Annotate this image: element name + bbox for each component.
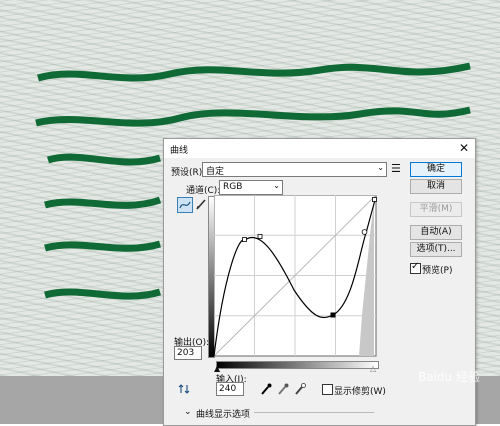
cancel-button[interactable]: 取消 xyxy=(410,179,462,194)
output-field[interactable]: 203 xyxy=(174,346,202,360)
curve-tool-icon[interactable] xyxy=(177,197,193,213)
chevron-down-icon: ⌄ xyxy=(273,181,280,190)
checkmark-icon: ✓ xyxy=(411,261,420,272)
eyedropper-white-icon[interactable] xyxy=(293,382,307,396)
menu-icon[interactable]: ☰ xyxy=(391,162,401,175)
preset-dropdown[interactable]: 自定 ⌄ xyxy=(202,162,387,177)
smooth-button[interactable]: 平滑(M) xyxy=(410,202,462,217)
chevron-down-icon: ⌄ xyxy=(377,163,384,172)
pencil-icon[interactable] xyxy=(194,197,208,211)
close-icon[interactable]: ✕ xyxy=(459,141,469,155)
preset-label: 预设(R): xyxy=(171,168,206,178)
watermark: Baidu 经验 xyxy=(418,370,480,384)
eyedropper-gray-icon[interactable] xyxy=(276,382,290,396)
preview-checkbox[interactable]: ✓ xyxy=(410,261,421,274)
target-adjust-icon[interactable] xyxy=(177,382,191,396)
channel-value: RGB xyxy=(223,182,243,192)
curve-graph[interactable] xyxy=(213,194,377,357)
dialog-title: 曲线 xyxy=(170,146,189,156)
divider xyxy=(254,412,374,413)
curve-options-label: 曲线显示选项 xyxy=(196,410,251,420)
titlebar: 曲线 ✕ xyxy=(164,139,475,158)
ok-button[interactable]: 确定 xyxy=(410,162,462,177)
input-field[interactable]: 240 xyxy=(216,382,244,396)
auto-button[interactable]: 自动(A) xyxy=(410,225,462,240)
input-gradient-bar xyxy=(216,361,379,369)
preset-value: 自定 xyxy=(206,167,225,177)
preview-label: 预览(P) xyxy=(422,266,453,276)
options-button[interactable]: 选项(T)... xyxy=(410,242,462,257)
chevron-down-icon[interactable]: ⌄ xyxy=(184,407,192,417)
eyedropper-black-icon[interactable] xyxy=(259,382,273,396)
channel-dropdown[interactable]: RGB ⌄ xyxy=(219,180,283,195)
show-clipping-label: 显示修剪(W) xyxy=(334,387,386,397)
white-point-slider[interactable]: △ xyxy=(370,364,376,373)
show-clipping-checkbox[interactable] xyxy=(322,384,333,395)
